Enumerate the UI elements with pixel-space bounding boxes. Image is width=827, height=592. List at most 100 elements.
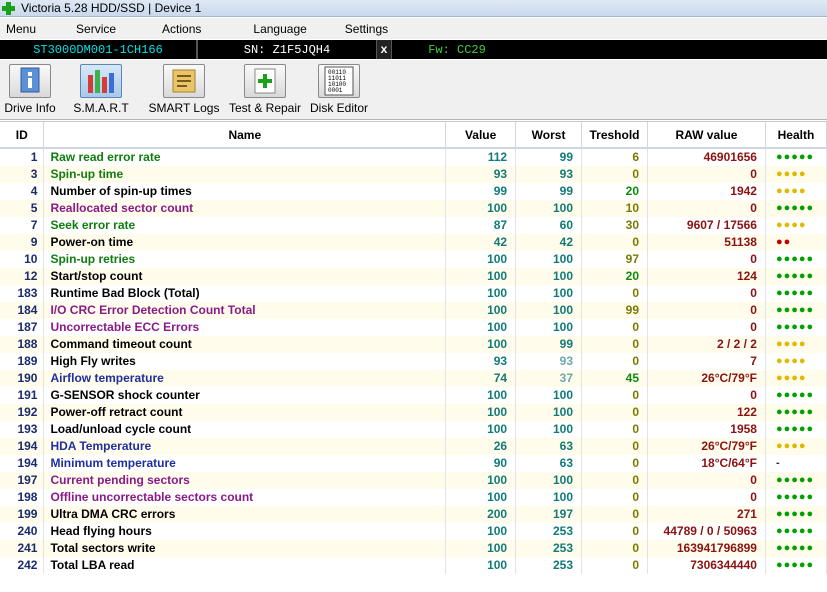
cell-name: Command timeout count xyxy=(43,336,447,353)
drive-info-button[interactable]: Drive Info xyxy=(0,60,60,118)
cell-worst: 100 xyxy=(515,472,583,489)
table-row[interactable]: 4 Number of spin-up times 99 99 20 1942 ●●●● xyxy=(0,183,827,200)
smart-table-container: ID Name Value Worst Treshold RAW value H… xyxy=(0,121,827,592)
table-row[interactable]: 198 Offline uncorrectable sectors count 10… xyxy=(0,489,827,506)
cell-health: ●●●●● xyxy=(765,251,827,268)
table-row[interactable]: 183 Runtime Bad Block (Total) 100 100 0 0 ●●●●… xyxy=(0,285,827,302)
cell-raw-value: 46901656 xyxy=(647,148,766,166)
cell-worst: 100 xyxy=(515,251,583,268)
cell-raw-value: 7306344440 xyxy=(647,557,766,574)
cell-worst: 100 xyxy=(515,319,583,336)
table-row[interactable]: 188 Command timeout count 100 99 0 2 / 2 / 2 ●… xyxy=(0,336,827,353)
cell-id: 3 xyxy=(0,166,45,183)
menu-item-settings[interactable]: Settings xyxy=(341,22,392,36)
cell-raw-value: 1958 xyxy=(647,421,766,438)
table-row[interactable]: 197 Current pending sectors 100 100 0 0 ●●●●● xyxy=(0,472,827,489)
cell-worst: 100 xyxy=(515,421,583,438)
cell-health: ●●●●● xyxy=(765,489,827,506)
table-row[interactable]: 240 Head flying hours 100 253 0 44789 / 0 / 5… xyxy=(0,523,827,540)
menu-item-actions[interactable]: Actions xyxy=(158,22,205,36)
cell-health: ●●●● xyxy=(765,183,827,200)
cell-worst: 100 xyxy=(515,285,583,302)
cell-id: 190 xyxy=(0,370,45,387)
cell-name: High Fly writes xyxy=(43,353,447,370)
test-repair-label: Test & Repair xyxy=(228,101,302,115)
cell-name: Airflow temperature xyxy=(43,370,447,387)
smart-logs-button[interactable]: SMART Logs xyxy=(142,60,226,118)
cell-value: 74 xyxy=(445,370,517,387)
cell-health: ●● xyxy=(765,234,827,251)
header-id[interactable]: ID xyxy=(0,122,45,149)
table-row[interactable]: 242 Total LBA read 100 253 0 7306344440 ●●●●● xyxy=(0,557,827,574)
cell-health: ●●●●● xyxy=(765,302,827,319)
cell-id: 7 xyxy=(0,217,45,234)
first-aid-icon xyxy=(244,64,286,98)
cell-threshold: 20 xyxy=(581,268,648,285)
cell-raw-value: 26°C/79°F xyxy=(647,370,766,387)
table-row[interactable]: 7 Seek error rate 87 60 30 9607 / 17566 ●●●● xyxy=(0,217,827,234)
cell-worst: 253 xyxy=(515,540,583,557)
cell-raw-value: 0 xyxy=(647,472,766,489)
header-health[interactable]: Health xyxy=(765,122,827,149)
table-row[interactable]: 190 Airflow temperature 74 37 45 26°C/79°F ●●●… xyxy=(0,370,827,387)
cell-raw-value: 2 / 2 / 2 xyxy=(647,336,766,353)
table-row[interactable]: 9 Power-on time 42 42 0 51138 ●● xyxy=(0,234,827,251)
close-device-button[interactable]: x xyxy=(376,40,392,59)
header-name[interactable]: Name xyxy=(43,122,447,149)
table-row[interactable]: 194 Minimum temperature 90 63 0 18°C/64°F - xyxy=(0,455,827,472)
cell-value: 100 xyxy=(445,200,517,217)
cell-value: 100 xyxy=(445,472,517,489)
header-threshold[interactable]: Treshold xyxy=(581,122,648,149)
cell-value: 100 xyxy=(445,251,517,268)
header-value[interactable]: Value xyxy=(445,122,517,149)
disk-editor-label: Disk Editor xyxy=(309,101,368,115)
cell-value: 100 xyxy=(445,268,517,285)
table-row[interactable]: 5 Reallocated sector count 100 100 10 0 ●●●●● xyxy=(0,200,827,217)
disk-editor-button[interactable]: 00110 11011 10100 0001 Disk Editor xyxy=(304,60,374,118)
table-row[interactable]: 189 High Fly writes 93 93 0 7 ●●●● xyxy=(0,353,827,370)
smart-button[interactable]: S.M.A.R.T xyxy=(60,60,142,118)
cell-worst: 99 xyxy=(515,183,583,200)
table-row[interactable]: 192 Power-off retract count 100 100 0 122 ●●●●… xyxy=(0,404,827,421)
table-row[interactable]: 194 HDA Temperature 26 63 0 26°C/79°F ●●●● xyxy=(0,438,827,455)
cell-raw-value: 0 xyxy=(647,489,766,506)
header-worst[interactable]: Worst xyxy=(515,122,583,149)
menu-item-menu[interactable]: Menu xyxy=(2,22,40,36)
table-row[interactable]: 199 Ultra DMA CRC errors 200 197 0 271 ●●●●● xyxy=(0,506,827,523)
cell-raw-value: 26°C/79°F xyxy=(647,438,766,455)
table-row[interactable]: 3 Spin-up time 93 93 0 0 ●●●● xyxy=(0,166,827,183)
cell-id: 4 xyxy=(0,183,45,200)
cell-worst: 100 xyxy=(515,404,583,421)
table-row[interactable]: 241 Total sectors write 100 253 0 16394179689… xyxy=(0,540,827,557)
table-row[interactable]: 184 I/O CRC Error Detection Count Total 10… xyxy=(0,302,827,319)
cell-value: 200 xyxy=(445,506,517,523)
header-raw-value[interactable]: RAW value xyxy=(647,122,766,149)
cell-raw-value: 7 xyxy=(647,353,766,370)
cell-worst: 253 xyxy=(515,557,583,574)
cell-raw-value: 9607 / 17566 xyxy=(647,217,766,234)
table-row[interactable]: 187 Uncorrectable ECC Errors 100 100 0 0 ●●●●● xyxy=(0,319,827,336)
menu-item-language[interactable]: Language xyxy=(249,22,310,36)
cell-id: 242 xyxy=(0,557,45,574)
table-row[interactable]: 12 Start/stop count 100 100 20 124 ●●●●● xyxy=(0,268,827,285)
cell-worst: 93 xyxy=(515,166,583,183)
device-model: ST3000DM001-1CH166 xyxy=(0,40,198,59)
cell-threshold: 0 xyxy=(581,353,648,370)
cell-name: Runtime Bad Block (Total) xyxy=(43,285,447,302)
cell-threshold: 6 xyxy=(581,148,648,166)
cell-threshold: 0 xyxy=(581,285,648,302)
cell-value: 112 xyxy=(445,148,517,166)
table-row[interactable]: 1 Raw read error rate 112 99 6 46901656 ●●●●● xyxy=(0,148,827,166)
cell-id: 1 xyxy=(0,148,45,166)
menu-item-service[interactable]: Service xyxy=(72,22,120,36)
table-row[interactable]: 10 Spin-up retries 100 100 97 0 ●●●●● xyxy=(0,251,827,268)
cell-threshold: 0 xyxy=(581,506,648,523)
cell-id: 197 xyxy=(0,472,45,489)
table-row[interactable]: 191 G-SENSOR shock counter 100 100 0 0 ●●●●● xyxy=(0,387,827,404)
cell-value: 100 xyxy=(445,387,517,404)
cell-raw-value: 163941796899 xyxy=(647,540,766,557)
test-repair-button[interactable]: Test & Repair xyxy=(226,60,304,118)
cell-id: 188 xyxy=(0,336,45,353)
table-row[interactable]: 193 Load/unload cycle count 100 100 0 1958 ●●●… xyxy=(0,421,827,438)
cell-threshold: 0 xyxy=(581,472,648,489)
